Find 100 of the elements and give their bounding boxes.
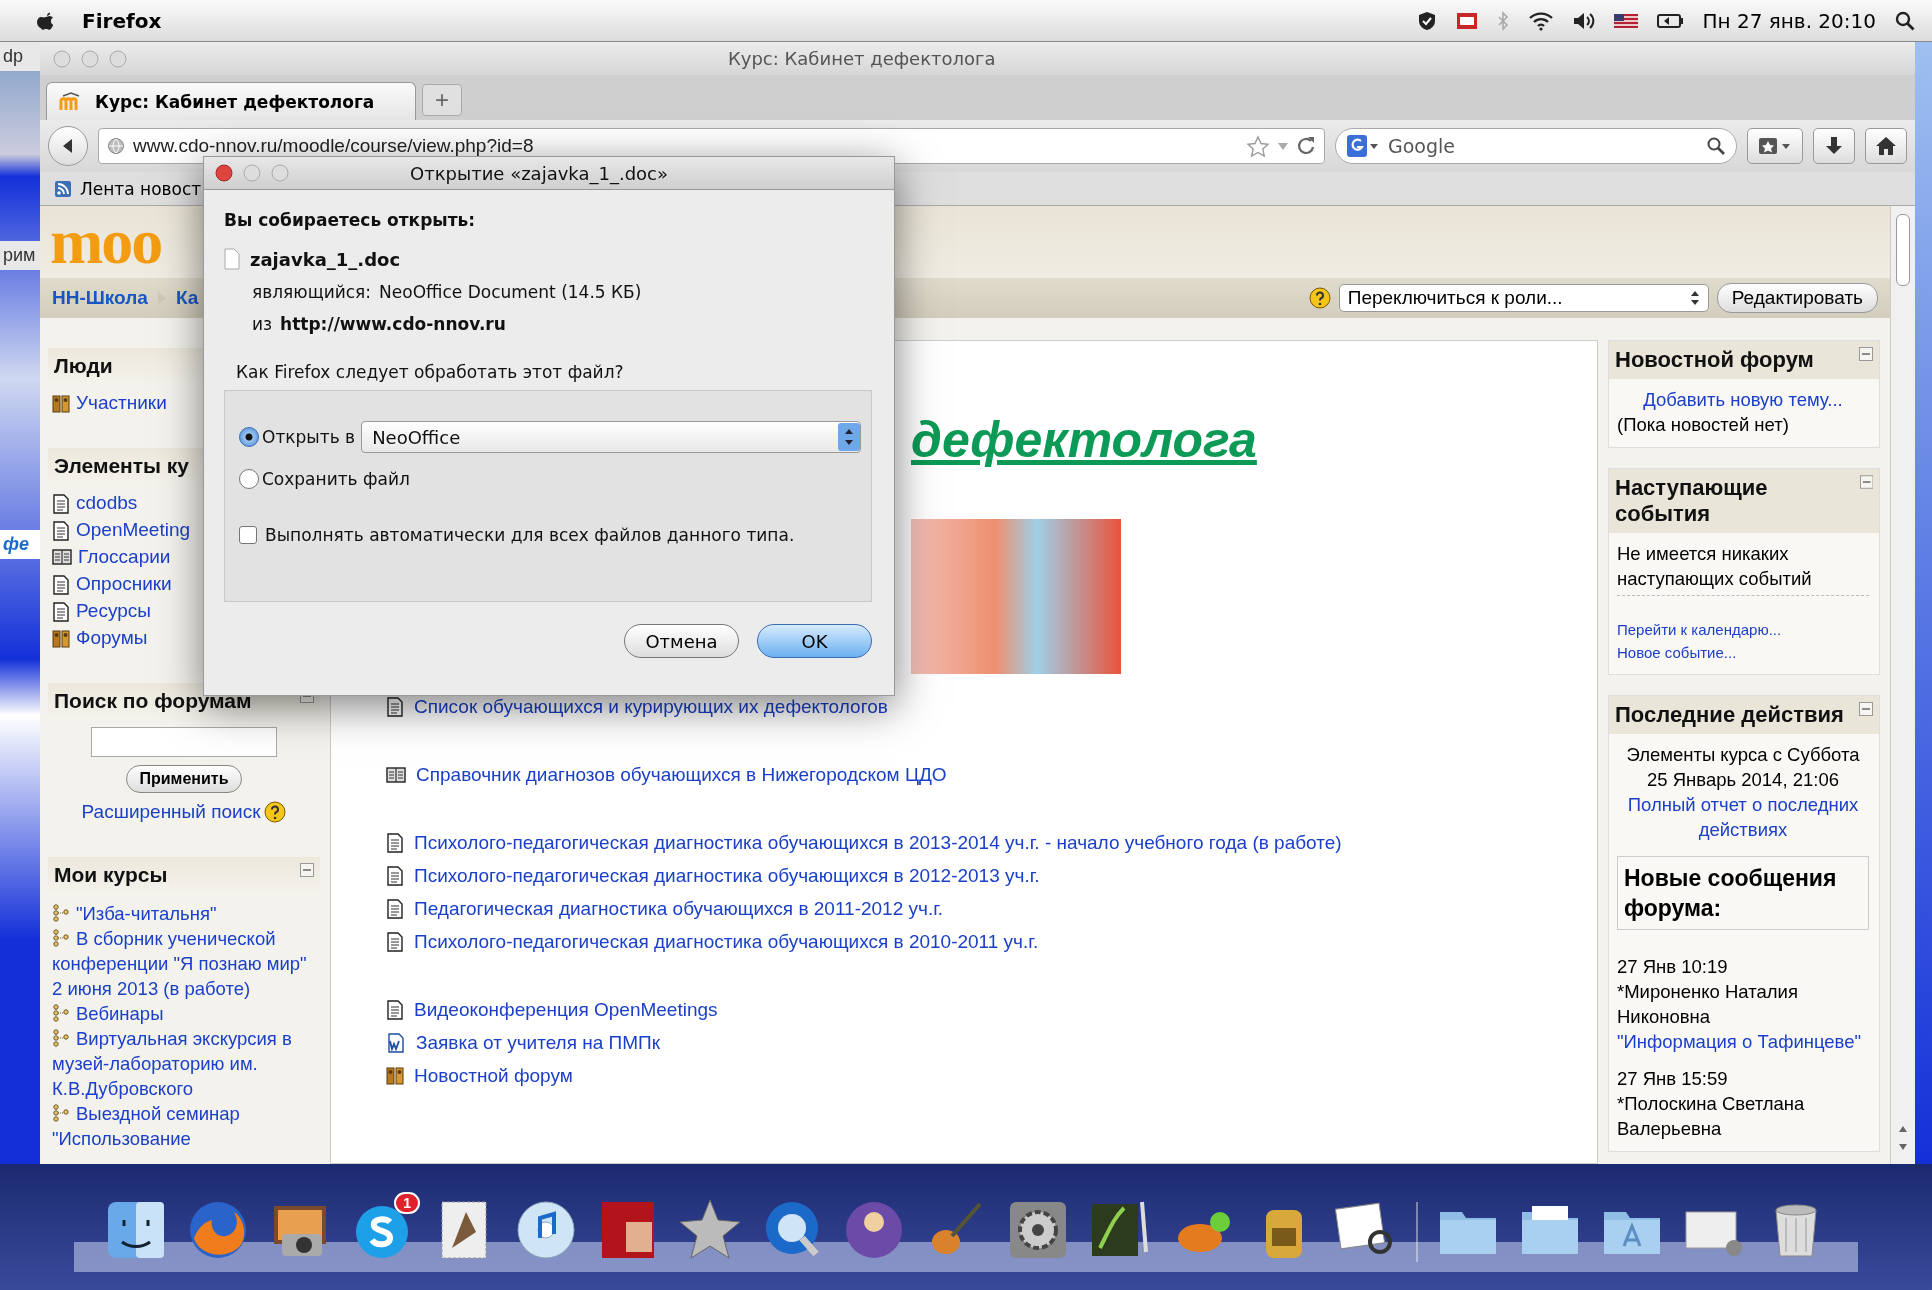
sidebar-link[interactable]: Форумы: [76, 627, 148, 649]
downloads-button[interactable]: [1813, 128, 1855, 164]
sidebar-link[interactable]: Участники: [76, 392, 167, 414]
link[interactable]: Полный отчет о последних действиях: [1617, 792, 1869, 842]
checkbox[interactable]: [239, 526, 257, 544]
sidebar-link[interactable]: В сборник ученической конференции "Я познаю мир" 2 июня 2013 (в работе): [52, 926, 316, 1001]
block-title: Последние действия: [1615, 702, 1844, 728]
link[interactable]: Новое событие...: [1617, 641, 1869, 664]
people-icon: [52, 629, 70, 649]
activity-link[interactable]: Педагогическая диагностика обучающихся в 2011-2012 уч.г.: [414, 898, 944, 920]
star-icon[interactable]: [1246, 135, 1270, 157]
browser-tab[interactable]: Курс: Кабинет дефектолога: [46, 82, 416, 120]
search-field[interactable]: Google: [1335, 128, 1737, 164]
scroll-thumb[interactable]: [1896, 214, 1910, 286]
activity-link[interactable]: Справочник диагнозов обучающихся в Нижегородском ЦДО: [416, 764, 947, 786]
star-clapper-icon[interactable]: [678, 1198, 742, 1262]
new-tab-button[interactable]: +: [422, 84, 462, 116]
document-icon: [386, 899, 404, 919]
battery-icon[interactable]: [1656, 11, 1685, 30]
breadcrumb-link[interactable]: НН-Школа: [52, 287, 148, 309]
collapse-icon[interactable]: [1859, 347, 1873, 361]
search-icon[interactable]: [1894, 9, 1916, 32]
radio-button[interactable]: [239, 469, 259, 489]
sidebar-link[interactable]: Вебинары: [52, 1001, 316, 1026]
link[interactable]: "Информация о Тафинцеве": [1617, 1029, 1869, 1054]
book-icon: [52, 548, 72, 566]
field-label: являющийся:: [252, 282, 372, 302]
bookmarks-button[interactable]: [1747, 128, 1803, 164]
search-engine-icon[interactable]: [1346, 134, 1380, 158]
text: Не имеется никаких наступающих событий: [1617, 541, 1869, 596]
sidebar-link[interactable]: Опросники: [76, 573, 172, 595]
window-controls-icon[interactable]: [214, 163, 290, 183]
moodle-m-icon: [59, 91, 81, 112]
music-disc-icon[interactable]: [514, 1198, 578, 1262]
file-name: zajavka_1_.doc: [250, 248, 401, 270]
apply-button[interactable]: Применить: [126, 765, 242, 793]
edit-button[interactable]: Редактировать: [1716, 283, 1878, 313]
radio-option[interactable]: Сохранить файл: [239, 469, 410, 489]
help-icon[interactable]: [264, 801, 287, 823]
search-icon[interactable]: [1706, 136, 1726, 156]
search-input[interactable]: [91, 727, 277, 757]
breadcrumb-link[interactable]: Ка: [175, 287, 199, 309]
text: *Полоскина Светлана Валерьевна: [1617, 1092, 1806, 1141]
collapse-icon[interactable]: [1859, 475, 1873, 489]
text: Элементы курса с Суббота 25 Январь 2014, 21:06: [1625, 743, 1861, 792]
book-icon: [386, 766, 406, 784]
block-title: Мои курсы: [54, 863, 168, 887]
radio-option[interactable]: Открыть в: [239, 427, 356, 447]
help-icon[interactable]: [1308, 287, 1331, 309]
document-icon: [386, 697, 404, 717]
source-url: http://www.cdo-nnov.ru: [280, 314, 506, 334]
activity-link[interactable]: Новостной форум: [414, 1065, 573, 1087]
sidebar-link[interactable]: cdodbs: [76, 492, 138, 514]
clock[interactable]: Пн 27 янв. 20:10: [1702, 8, 1876, 33]
application-dropdown[interactable]: NeoOffice: [361, 421, 861, 453]
text: 27 Янв 10:19: [1617, 955, 1729, 979]
activity-link[interactable]: Психолого-педагогическая диагностика обучающихся в 2012-2013 уч.г.: [414, 865, 1040, 887]
checkbox-option[interactable]: Выполнять автоматически для всех файлов данного типа.: [239, 525, 861, 545]
sidebar-link[interactable]: Виртуальная экскурсия в музей-лабораторию им. К.В.Дубровского: [52, 1026, 316, 1101]
collapse-icon[interactable]: [1859, 702, 1873, 716]
document-icon: [52, 494, 70, 514]
cancel-button[interactable]: Отмена: [624, 624, 739, 658]
sidebar-link[interactable]: Ресурсы: [76, 600, 151, 622]
section-title: Новые сообщения форума:: [1617, 856, 1869, 930]
ok-button[interactable]: OK: [757, 624, 872, 658]
activity-link[interactable]: Видеоконференция OpenMeetings: [414, 999, 718, 1021]
text: (Пока новостей нет): [1617, 413, 1790, 437]
dialog-title: Открытие «zajavka_1_.doc»: [410, 162, 668, 184]
back-button[interactable]: [48, 126, 88, 166]
document-icon: [52, 575, 70, 595]
block-title: Люди: [54, 354, 113, 378]
dialog-heading: Вы собираетесь открыть:: [224, 210, 477, 230]
advanced-search-link[interactable]: Расширенный поиск: [81, 801, 261, 823]
role-dropdown[interactable]: Переключиться к роли...: [1338, 284, 1709, 312]
collapse-icon[interactable]: [300, 863, 314, 877]
updown-arrows-icon: [1689, 290, 1700, 306]
search-input[interactable]: Google: [1386, 134, 1700, 158]
course-heading[interactable]: дефектолога: [911, 412, 1257, 468]
bookmark-item[interactable]: Лента новост: [54, 178, 202, 199]
radio-button[interactable]: [239, 427, 259, 447]
document-icon: [386, 1000, 404, 1020]
menu-app-name[interactable]: Firefox: [82, 8, 162, 33]
activity-link[interactable]: Список обучающихся и курирующих их дефектологов: [414, 696, 888, 718]
sidebar-link[interactable]: Глоссарии: [78, 546, 171, 568]
sidebar-link[interactable]: OpenMeeting: [76, 519, 191, 541]
scrollbar[interactable]: [1890, 206, 1915, 1164]
home-button[interactable]: [1865, 128, 1907, 164]
activity-link[interactable]: Заявка от учителя на ПМПк: [416, 1032, 660, 1054]
reload-icon[interactable]: [1296, 135, 1316, 157]
sidebar-link[interactable]: Выездной семинар "Использование: [52, 1101, 316, 1151]
blank-file-icon: [224, 248, 240, 270]
document-icon: [386, 866, 404, 886]
wifi-icon[interactable]: [1528, 9, 1555, 32]
sidebar-link[interactable]: "Изба-читальня": [52, 901, 316, 926]
link[interactable]: Добавить новую тему...: [1617, 387, 1869, 412]
activity-link[interactable]: Психолого-педагогическая диагностика обучающихся в 2010-2011 уч.г.: [414, 931, 1039, 953]
activity-link[interactable]: Психолого-педагогическая диагностика обучающихся в 2013-2014 уч.г. - начало учебного года (в работе): [414, 832, 1342, 854]
flag-icon[interactable]: [1614, 11, 1639, 30]
dotted-tree-icon: [52, 1104, 70, 1122]
link[interactable]: Перейти к календарю...: [1617, 618, 1869, 641]
